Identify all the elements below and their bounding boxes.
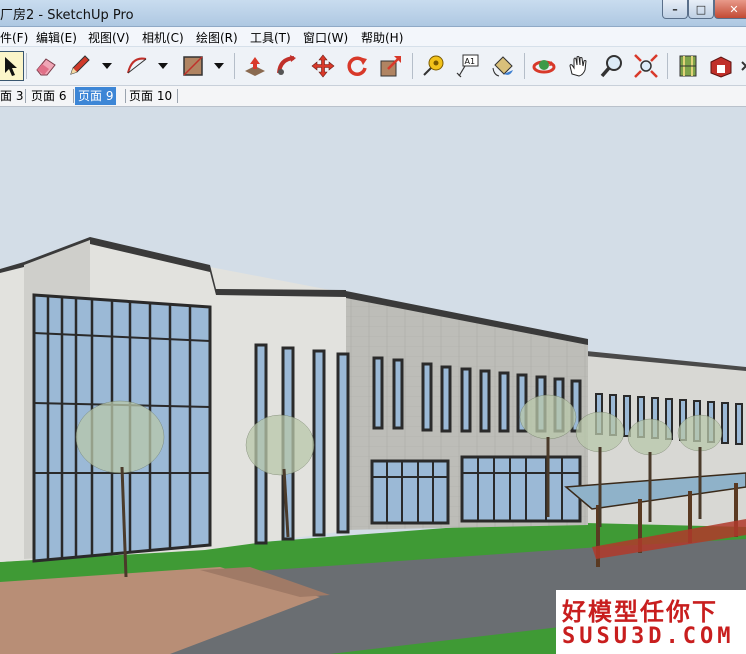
move-icon <box>311 54 335 78</box>
watermark-slogan: 好模型任你下 <box>562 597 718 626</box>
rectangle-tool-button[interactable] <box>178 51 208 81</box>
title-bar: 厂房2 - SketchUp Pro – □ ✕ <box>0 0 746 27</box>
scene-tab-page-10[interactable]: 页面 10 <box>126 87 175 105</box>
scale-icon <box>380 56 401 77</box>
toolbar-separator <box>412 53 413 79</box>
components-icon <box>679 55 697 77</box>
menu-file[interactable]: 件(F) <box>0 29 28 46</box>
text-label-icon: A1 <box>456 54 479 78</box>
scene-tab-bar: 面 3 页面 6 页面 9 页面 10 <box>0 86 746 107</box>
more-tools-button[interactable] <box>738 51 746 81</box>
shape-dropdown-chevron-down-icon[interactable] <box>214 63 224 69</box>
rotate-icon <box>347 56 367 76</box>
maximize-button[interactable]: □ <box>688 0 714 19</box>
pan-tool-button[interactable] <box>563 51 593 81</box>
pencil-line-icon <box>70 55 90 75</box>
tab-separator <box>177 89 178 103</box>
watermark-url: SUSU3D.COM <box>562 624 735 649</box>
warehouse-tool-button[interactable] <box>706 51 736 81</box>
menu-edit[interactable]: 编辑(E) <box>36 29 77 46</box>
menu-window[interactable]: 窗口(W) <box>303 29 348 46</box>
orbit-icon <box>532 60 556 74</box>
push-pull-icon <box>245 57 265 76</box>
close-button[interactable]: ✕ <box>714 0 746 19</box>
arc-icon <box>127 57 147 74</box>
select-icon <box>5 57 17 76</box>
toolbar-separator <box>26 53 27 79</box>
scene-tab-page-6[interactable]: 页面 6 <box>28 87 69 105</box>
line-dropdown-chevron-down-icon[interactable] <box>102 63 112 69</box>
menu-draw[interactable]: 绘图(R) <box>196 29 238 46</box>
scale-tool-button[interactable] <box>376 51 406 81</box>
follow-me-tool-button[interactable] <box>272 51 302 81</box>
move-tool-button[interactable] <box>308 51 338 81</box>
zoom-tool-button[interactable] <box>597 51 627 81</box>
eraser-icon <box>36 58 56 76</box>
factory-model-scene <box>0 107 746 654</box>
toolbar-separator <box>524 53 525 79</box>
push-pull-tool-button[interactable] <box>240 51 270 81</box>
arc-dropdown-chevron-down-icon[interactable] <box>158 63 168 69</box>
tab-separator <box>73 89 74 103</box>
window-title: 厂房2 - SketchUp Pro <box>0 8 134 23</box>
arc-tool-button[interactable] <box>122 51 152 81</box>
follow-me-icon <box>277 55 296 75</box>
menu-tools[interactable]: 工具(T) <box>250 29 291 46</box>
toolbar-separator <box>234 53 235 79</box>
menu-help[interactable]: 帮助(H) <box>361 29 403 46</box>
eraser-tool-button[interactable] <box>31 51 61 81</box>
3d-warehouse-icon <box>710 56 732 78</box>
components-tool-button[interactable] <box>673 51 703 81</box>
select-tool-button[interactable] <box>0 51 24 81</box>
menu-view[interactable]: 视图(V) <box>88 29 130 46</box>
tape-measure-icon <box>423 55 444 76</box>
toolbar-separator <box>667 53 668 79</box>
menu-bar: 件(F) 编辑(E) 视图(V) 相机(C) 绘图(R) 工具(T) 窗口(W)… <box>0 27 746 46</box>
zoom-extents-tool-button[interactable] <box>631 51 661 81</box>
site-watermark: 好模型任你下 SUSU3D.COM <box>556 590 746 654</box>
tape-measure-tool-button[interactable] <box>418 51 448 81</box>
scene-tab-page-3[interactable]: 面 3 <box>0 87 26 105</box>
scene-tab-page-9[interactable]: 页面 9 <box>75 87 117 105</box>
orbit-tool-button[interactable] <box>529 51 559 81</box>
rotate-tool-button[interactable] <box>342 51 372 81</box>
svg-text:A1: A1 <box>465 57 476 66</box>
text-tool-button[interactable]: A1 <box>452 51 482 81</box>
zoom-icon <box>600 55 622 78</box>
minimize-button[interactable]: – <box>662 0 688 19</box>
model-viewport[interactable] <box>0 107 746 654</box>
line-tool-button[interactable] <box>64 51 94 81</box>
pan-hand-icon <box>569 56 587 77</box>
paint-bucket-icon <box>492 56 513 77</box>
chevron-right-icon <box>741 61 746 71</box>
main-toolbar: A1 <box>0 47 746 86</box>
zoom-extents-icon <box>634 54 658 78</box>
menu-camera[interactable]: 相机(C) <box>142 29 184 46</box>
paint-bucket-tool-button[interactable] <box>488 51 518 81</box>
tab-separator <box>25 89 26 103</box>
rectangle-icon <box>183 56 203 76</box>
